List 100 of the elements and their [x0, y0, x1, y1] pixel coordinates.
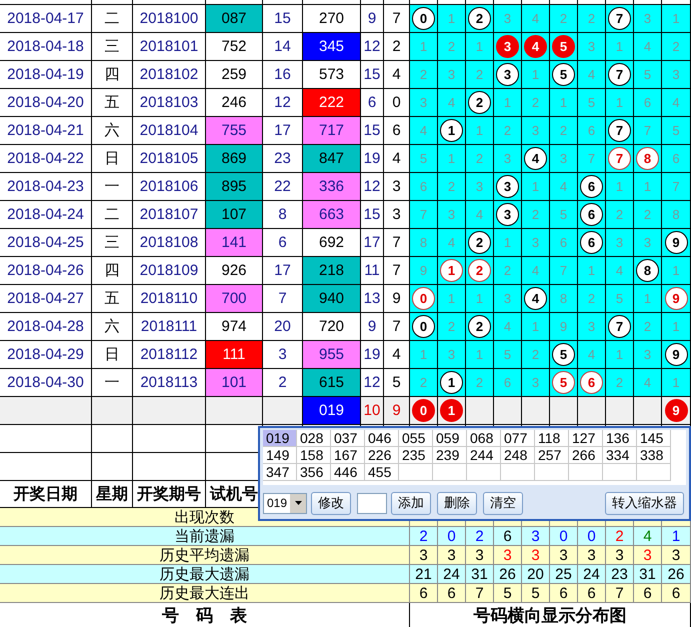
- list-item[interactable]: 145: [637, 430, 671, 447]
- row-label: 历史平均遗漏: [0, 546, 410, 565]
- table-cell: 1: [438, 285, 466, 313]
- table-cell: 2: [494, 117, 522, 145]
- table-cell: 2: [606, 527, 634, 546]
- table-cell: 3: [606, 546, 634, 565]
- button[interactable]: 删除: [437, 492, 477, 514]
- list-item[interactable]: 446: [331, 464, 365, 481]
- list-item[interactable]: 059: [433, 430, 467, 447]
- table-cell: 5: [578, 89, 606, 117]
- table-cell: 5: [494, 584, 522, 603]
- list-item[interactable]: 167: [331, 447, 365, 464]
- table-cell: 1: [634, 285, 662, 313]
- list-item[interactable]: 127: [569, 430, 603, 447]
- number-ball: 6: [580, 203, 603, 226]
- list-item[interactable]: 055: [399, 430, 433, 447]
- table-cell: 3: [662, 61, 691, 89]
- table-cell: 4: [522, 257, 550, 285]
- table-cell: [92, 425, 133, 453]
- table-cell: 3: [494, 546, 522, 565]
- table-cell: 17: [361, 229, 384, 257]
- table-cell: 1: [550, 89, 578, 117]
- button[interactable]: 清空: [483, 492, 523, 514]
- table-cell: 2: [466, 145, 494, 173]
- list-item[interactable]: 226: [365, 447, 399, 464]
- table-cell: 一: [92, 173, 133, 201]
- dropdown[interactable]: 019: [263, 492, 307, 514]
- number-ball: 1: [440, 259, 463, 282]
- table-cell: 218: [303, 257, 361, 285]
- list-item[interactable]: 118: [535, 430, 569, 447]
- table-cell: 270: [303, 5, 361, 33]
- table-cell: 4: [634, 527, 662, 546]
- table-cell: [569, 464, 603, 481]
- table-cell: 2: [634, 201, 662, 229]
- table-cell: 6: [494, 527, 522, 546]
- list-item[interactable]: 338: [637, 447, 671, 464]
- list-item[interactable]: 334: [603, 447, 637, 464]
- button[interactable]: 转入缩水器: [605, 492, 684, 514]
- table-cell: 4: [522, 5, 550, 33]
- table-cell: 752: [206, 33, 263, 61]
- button[interactable]: 添加: [391, 492, 431, 514]
- number-ball: 5: [552, 371, 575, 394]
- list-item[interactable]: 077: [501, 430, 535, 447]
- list-item[interactable]: 455: [365, 464, 399, 481]
- table-cell: 111: [206, 341, 263, 369]
- number-ball: 1: [440, 371, 463, 394]
- table-cell: 11: [361, 257, 384, 285]
- table-cell: 7: [662, 173, 691, 201]
- table-cell: 2: [466, 61, 494, 89]
- list-item[interactable]: 028: [297, 430, 331, 447]
- list-item[interactable]: 239: [433, 447, 467, 464]
- table-cell: 4: [634, 369, 662, 397]
- number-ball: 7: [608, 119, 631, 142]
- table-cell: 19: [361, 145, 384, 173]
- table-cell: 2018-04-28: [0, 313, 92, 341]
- number-ball: 5: [552, 343, 575, 366]
- input-field[interactable]: [357, 492, 387, 514]
- table-cell: 三: [92, 229, 133, 257]
- table-cell: 7: [466, 584, 494, 603]
- table-cell: 3: [466, 173, 494, 201]
- list-item[interactable]: 019: [263, 430, 297, 447]
- number-ball: 2: [468, 91, 491, 114]
- list-item[interactable]: 257: [535, 447, 569, 464]
- table-cell: 1: [634, 173, 662, 201]
- button[interactable]: 修改: [311, 492, 351, 514]
- table-cell: 12: [361, 173, 384, 201]
- table-cell: 5: [662, 117, 691, 145]
- list-item[interactable]: 136: [603, 430, 637, 447]
- table-cell: [92, 453, 133, 481]
- list-item[interactable]: 037: [331, 430, 365, 447]
- table-cell: 2: [606, 201, 634, 229]
- table-cell: 3: [634, 341, 662, 369]
- table-cell: 3: [438, 546, 466, 565]
- list-item[interactable]: 158: [297, 447, 331, 464]
- table-cell: 15: [361, 61, 384, 89]
- table-cell: 4: [606, 257, 634, 285]
- list-item[interactable]: 046: [365, 430, 399, 447]
- table-cell: 1: [522, 173, 550, 201]
- list-item[interactable]: 149: [263, 447, 297, 464]
- table-cell: 31: [466, 565, 494, 584]
- table-cell: 1: [662, 527, 691, 546]
- number-ball: 0: [412, 287, 435, 310]
- list-item[interactable]: 356: [297, 464, 331, 481]
- list-item[interactable]: 068: [467, 430, 501, 447]
- list-item[interactable]: 235: [399, 447, 433, 464]
- table-cell: 3: [522, 369, 550, 397]
- table-cell: 3: [522, 527, 550, 546]
- table-cell: 6: [550, 229, 578, 257]
- table-cell: 1: [606, 173, 634, 201]
- table-cell: 3: [494, 5, 522, 33]
- list-item[interactable]: 347: [263, 464, 297, 481]
- table-cell: 1: [578, 257, 606, 285]
- number-ball: 7: [608, 7, 631, 30]
- list-item[interactable]: 248: [501, 447, 535, 464]
- number-ball: 6: [580, 175, 603, 198]
- table-cell: 2: [410, 527, 438, 546]
- table-cell: 5: [606, 285, 634, 313]
- table-cell: 6: [578, 584, 606, 603]
- list-item[interactable]: 244: [467, 447, 501, 464]
- list-item[interactable]: 266: [569, 447, 603, 464]
